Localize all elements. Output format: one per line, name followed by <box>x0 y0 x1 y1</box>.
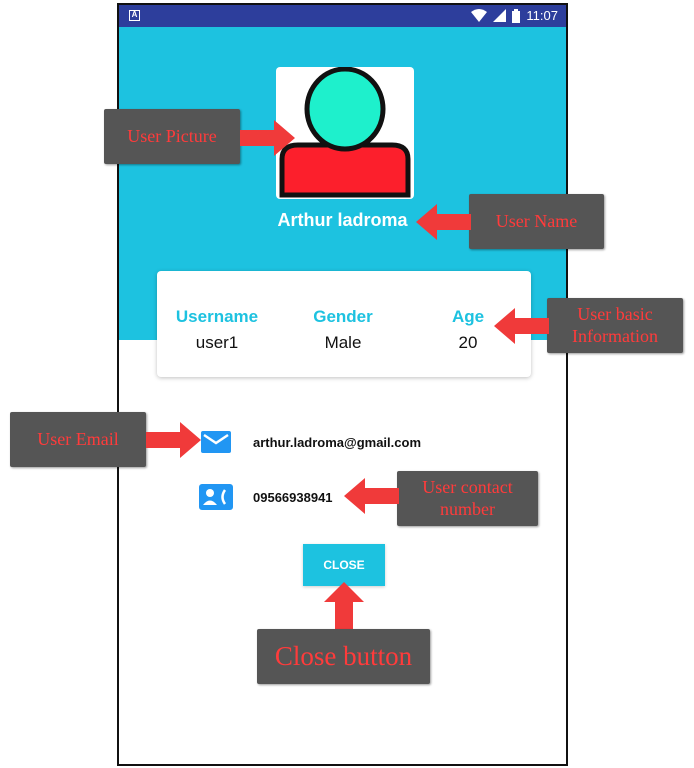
callout-close-button: Close button <box>257 629 430 684</box>
callout-user-name-text: User Name <box>495 210 578 231</box>
status-time: 11:07 <box>526 8 558 23</box>
phone-row[interactable]: 09566938941 <box>199 484 333 510</box>
email-text: arthur.ladroma@gmail.com <box>253 434 421 450</box>
status-right: 11:07 <box>471 8 558 23</box>
user-avatar-icon <box>279 67 411 198</box>
status-bar: A 11:07 <box>119 5 566 27</box>
email-icon <box>199 429 233 455</box>
callout-user-email: User Email <box>10 412 146 467</box>
info-gender-value: Male <box>324 333 362 352</box>
callout-user-contact: User contact number <box>397 471 538 526</box>
arrow-close-button <box>324 582 364 629</box>
callout-user-picture: User Picture <box>104 109 240 164</box>
phone-text: 09566938941 <box>253 489 333 505</box>
arrow-user-picture <box>240 120 295 156</box>
callout-user-name: User Name <box>469 194 604 249</box>
callout-user-picture-text: User Picture <box>127 125 217 146</box>
user-picture <box>276 67 414 199</box>
info-username-value: user1 <box>195 333 239 352</box>
signal-icon <box>493 9 507 22</box>
battery-icon <box>512 8 521 23</box>
callout-user-contact-line2: number <box>440 498 495 519</box>
callout-close-button-text: Close button <box>274 641 413 672</box>
callout-user-basic-info-line2: Information <box>572 325 658 346</box>
arrow-user-basic-info <box>494 308 549 344</box>
email-row[interactable]: arthur.ladroma@gmail.com <box>199 429 421 455</box>
callout-user-basic-info: User basic Information <box>547 298 683 353</box>
arrow-user-email <box>146 422 201 458</box>
notification-icon: A <box>129 10 140 21</box>
close-button[interactable]: CLOSE <box>303 544 385 586</box>
info-username-label: Username <box>175 307 259 326</box>
arrow-user-name <box>416 204 471 240</box>
callout-user-contact-line1: User contact <box>422 476 513 497</box>
user-info-card: Username user1 Gender Male Age 20 <box>157 271 531 377</box>
contact-card-icon <box>199 484 233 510</box>
callout-user-basic-info-line1: User basic <box>577 303 653 324</box>
info-gender-label: Gender <box>313 307 373 326</box>
info-username: Username user1 <box>162 307 272 353</box>
arrow-user-contact <box>344 478 399 514</box>
info-gender: Gender Male <box>288 307 398 353</box>
callout-user-email-text: User Email <box>37 428 119 449</box>
wifi-icon <box>471 8 488 22</box>
